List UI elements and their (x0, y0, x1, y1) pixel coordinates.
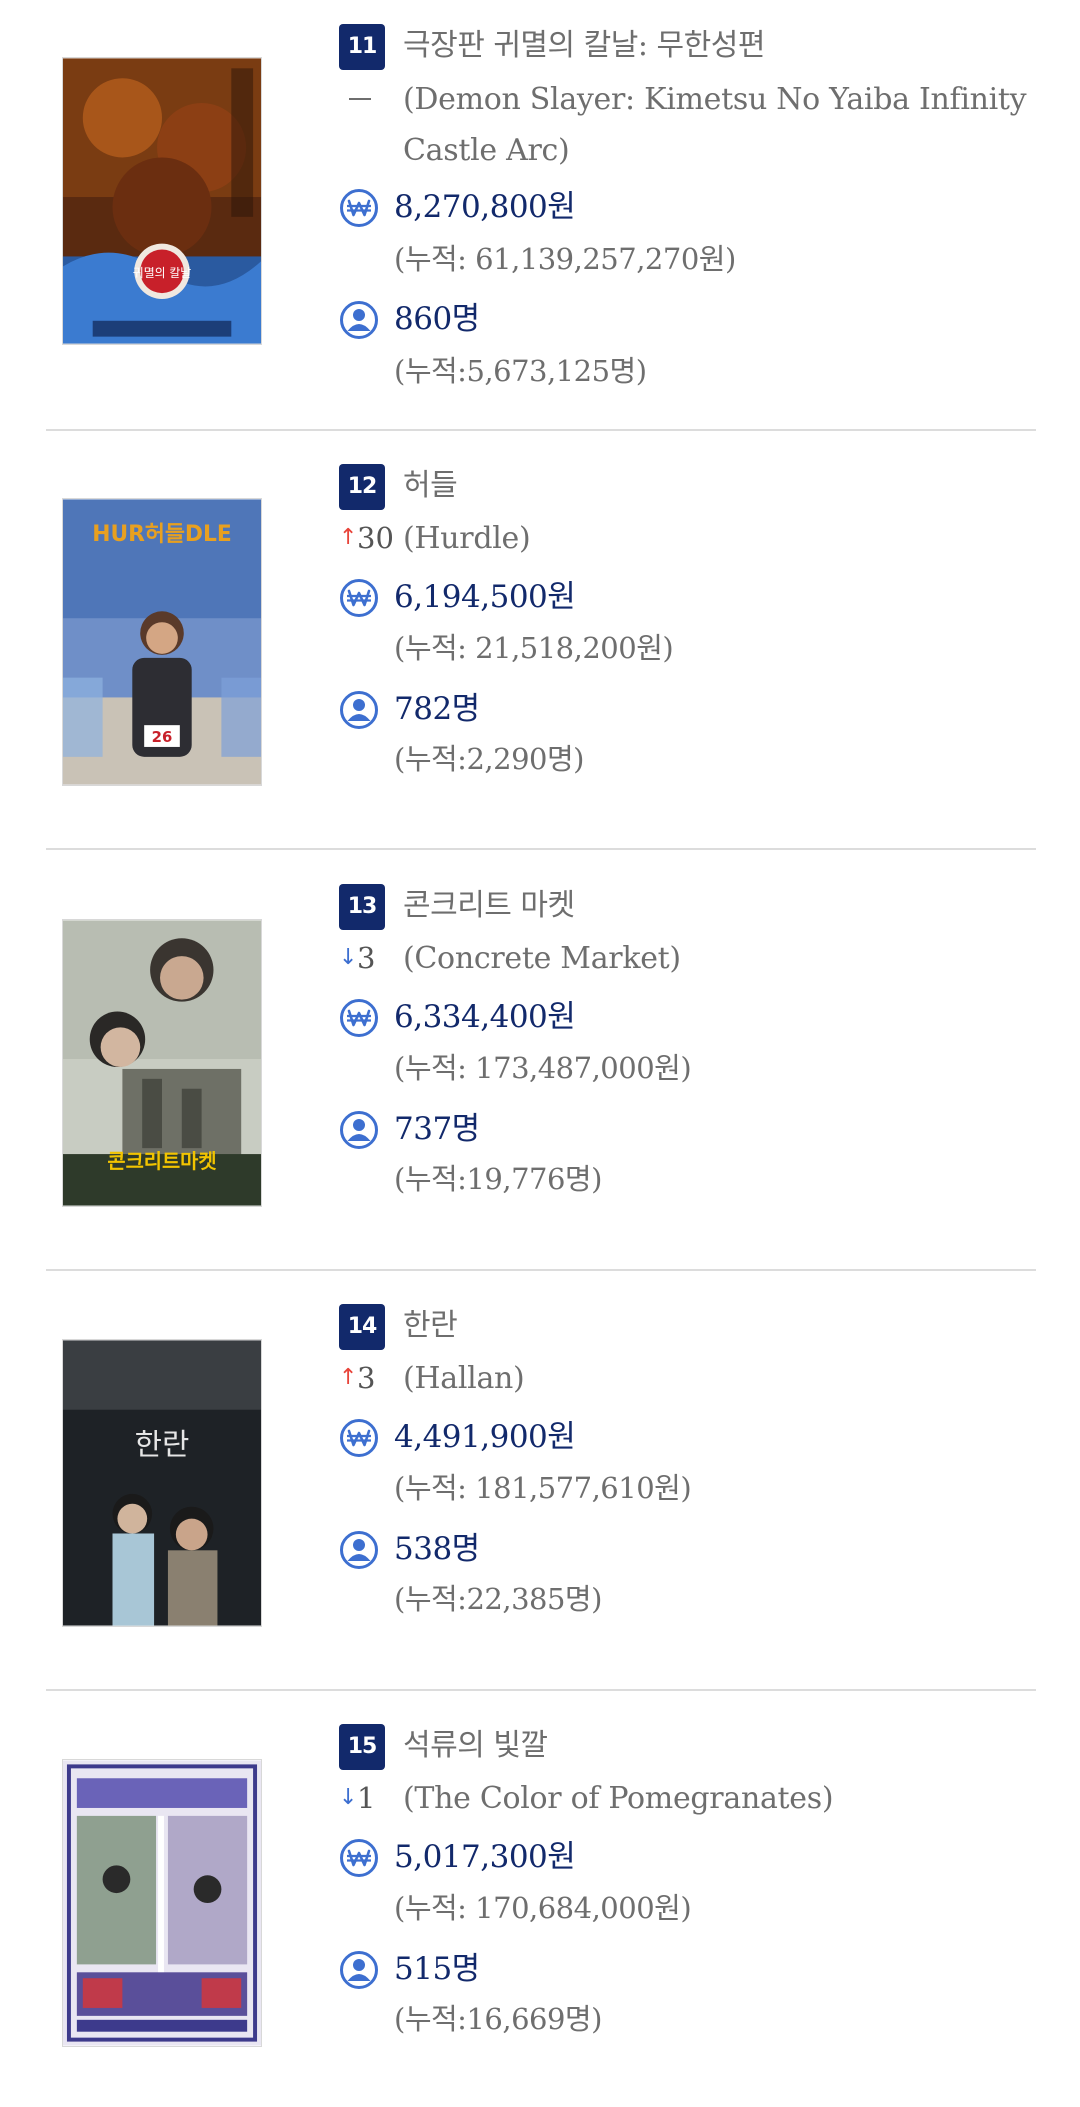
movie-entry[interactable]: 15 석류의 빛깔 ↓ 1 (The Color of Pomegranates… (0, 1680, 1080, 2100)
rank-down-arrow-icon: ↓ (339, 1785, 358, 1810)
person-icon (339, 1110, 379, 1150)
daily-audience: 782명 (394, 691, 480, 727)
rank-change: ↑ 30 (339, 513, 399, 563)
person-icon (339, 690, 379, 730)
person-icon (339, 1950, 379, 1990)
rank-badge: 14 (339, 1304, 385, 1350)
rank-change: ↓ 3 (339, 933, 399, 983)
rank-change-value: 3 (357, 941, 376, 975)
daily-sales: 4,491,900원 (394, 1419, 576, 1455)
rank-badge: 11 (339, 24, 385, 70)
rank-badge: 12 (339, 464, 385, 510)
movie-title[interactable]: 석류의 빛깔 (403, 1722, 548, 1770)
rank-change-value: 1 (357, 1781, 376, 1815)
cumulative-audience: (누적:22,385명) (394, 1582, 602, 1616)
movie-entry[interactable]: 한란 14 한란 ↑ 3 (Hallan) 4,491,900원 (누적: 18… (0, 1260, 1080, 1691)
won-coin-icon (339, 998, 379, 1038)
no-change-dash-icon (349, 98, 371, 100)
poster-title-text: HUR허들DLE (92, 522, 232, 547)
won-coin-icon (339, 1838, 379, 1878)
cumulative-sales: (누적: 181,577,610원) (394, 1471, 692, 1505)
movie-entry[interactable]: 콘크리트마켓 13 콘크리트 마켓 ↓ 3 (Concrete Market) … (0, 840, 1080, 1271)
poster-title-text: 귀멸의 칼날 (133, 266, 191, 280)
hallan-poster-image: 한란 (63, 1340, 261, 1626)
rank-change-value: 30 (357, 521, 394, 555)
poster-title-text: 콘크리트마켓 (107, 1150, 216, 1173)
cumulative-sales: (누적: 21,518,200원) (394, 631, 674, 665)
original-title: (Hallan) (403, 1361, 525, 1396)
daily-audience: 538명 (394, 1531, 480, 1567)
daily-sales: 6,334,400원 (394, 999, 576, 1035)
rank-change-value: 3 (357, 1361, 376, 1395)
rank-down-arrow-icon: ↓ (339, 945, 358, 970)
cumulative-sales: (누적: 61,139,257,270원) (394, 242, 736, 276)
rank-change: ↑ 3 (339, 1353, 399, 1403)
daily-sales: 8,270,800원 (394, 189, 576, 225)
won-coin-icon (339, 578, 379, 618)
movie-poster[interactable]: HUR허들DLE 26 (62, 498, 262, 786)
won-coin-icon (339, 1418, 379, 1458)
original-title: (Concrete Market) (403, 941, 681, 976)
cumulative-audience: (누적:19,776명) (394, 1162, 602, 1196)
movie-poster[interactable]: 콘크리트마켓 (62, 919, 262, 1207)
movie-poster[interactable]: 한란 (62, 1339, 262, 1627)
poster-title-text: 한란 (135, 1427, 190, 1462)
cumulative-audience: (누적:16,669명) (394, 2002, 602, 2036)
original-title: (Hurdle) (403, 521, 531, 556)
cumulative-sales: (누적: 173,487,000원) (394, 1051, 692, 1085)
demon-slayer-poster-image: 귀멸의 칼날 (63, 58, 261, 344)
daily-audience: 515명 (394, 1951, 480, 1987)
movie-entry[interactable]: 귀멸의 칼날 11 극장판 귀멸의 칼날: 무한성편 (Demon Slayer… (0, 0, 1080, 431)
original-title: (Demon Slayer: Kimetsu No Yaiba Infinity… (403, 82, 1027, 168)
daily-audience: 737명 (394, 1111, 480, 1147)
daily-audience: 860명 (394, 301, 480, 337)
pomegranates-poster-image (63, 1760, 261, 2046)
bib-number: 26 (152, 728, 173, 746)
person-icon (339, 1530, 379, 1570)
rank-badge: 15 (339, 1724, 385, 1770)
rank-up-arrow-icon: ↑ (339, 1365, 358, 1390)
cumulative-sales: (누적: 170,684,000원) (394, 1891, 692, 1925)
rank-change: ↓ 1 (339, 1773, 399, 1823)
rank-badge: 13 (339, 884, 385, 930)
won-coin-icon (339, 188, 379, 228)
movie-title[interactable]: 콘크리트 마켓 (403, 882, 575, 930)
concrete-market-poster-image: 콘크리트마켓 (63, 920, 261, 1206)
daily-sales: 6,194,500원 (394, 579, 576, 615)
movie-title[interactable]: 허들 (403, 462, 458, 510)
movie-entry[interactable]: HUR허들DLE 26 12 허들 ↑ 30 (Hurdle) 6,194,50… (0, 420, 1080, 850)
daily-sales: 5,017,300원 (394, 1839, 576, 1875)
hurdle-poster-image: HUR허들DLE 26 (63, 499, 261, 785)
original-title: (The Color of Pomegranates) (403, 1781, 834, 1816)
rank-change (339, 74, 399, 124)
cumulative-audience: (누적:5,673,125명) (394, 354, 647, 388)
movie-poster[interactable] (62, 1759, 262, 2047)
rank-up-arrow-icon: ↑ (339, 525, 358, 550)
movie-poster[interactable]: 귀멸의 칼날 (62, 57, 262, 345)
cumulative-audience: (누적:2,290명) (394, 742, 584, 776)
movie-title[interactable]: 극장판 귀멸의 칼날: 무한성편 (403, 22, 765, 70)
person-icon (339, 300, 379, 340)
movie-title[interactable]: 한란 (403, 1302, 458, 1350)
